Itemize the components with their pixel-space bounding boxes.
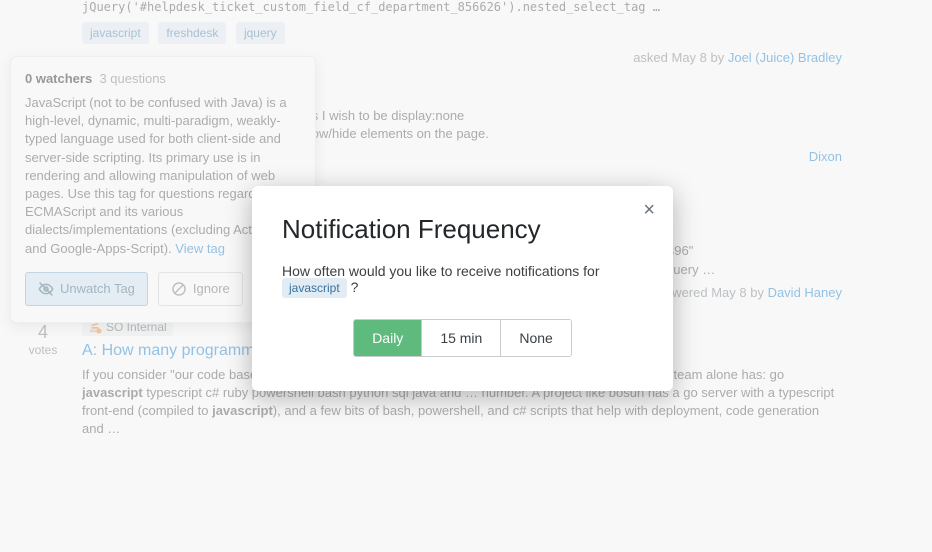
author-link-2[interactable]: Dixon <box>809 149 842 164</box>
close-icon: × <box>643 199 655 221</box>
unwatch-label: Unwatch Tag <box>60 281 135 296</box>
tag-description: JavaScript (not to be confused with Java… <box>25 95 287 237</box>
tag-list: javascript freshdesk jquery <box>82 22 842 44</box>
eye-off-icon <box>38 281 54 297</box>
tag-javascript[interactable]: javascript <box>82 22 149 44</box>
ignore-label: Ignore <box>193 281 230 296</box>
modal-tag-pill[interactable]: javascript <box>282 278 347 298</box>
freq-none-button[interactable]: None <box>500 320 570 356</box>
modal-body: How often would you like to receive noti… <box>282 263 643 295</box>
modal-body-pre: How often would you like to receive noti… <box>282 263 600 279</box>
close-button[interactable]: × <box>639 196 659 224</box>
frequency-segmented-control: Daily 15 min None <box>353 319 572 357</box>
notification-frequency-modal: × Notification Frequency How often would… <box>252 186 673 391</box>
tag-jquery[interactable]: jquery <box>236 22 285 44</box>
view-tag-link[interactable]: View tag <box>175 241 225 256</box>
answer-author-link[interactable]: David Haney <box>768 285 842 300</box>
code-snippet: jQuery('#helpdesk_ticket_custom_field_cf… <box>82 0 842 14</box>
ignore-tag-button[interactable]: Ignore <box>158 272 243 306</box>
vote-label: votes <box>18 343 68 357</box>
tag-freshdesk[interactable]: freshdesk <box>158 22 226 44</box>
tag-description-tail: and Google-Apps-Script). <box>25 241 175 256</box>
q3-b2: javascript <box>212 403 273 418</box>
asked-prefix: asked May 8 by <box>633 50 728 65</box>
q3-b1: javascript <box>82 385 143 400</box>
ignore-icon <box>171 281 187 297</box>
freq-15min-button[interactable]: 15 min <box>421 320 500 356</box>
modal-title: Notification Frequency <box>282 214 643 245</box>
modal-body-post: ? <box>351 279 359 295</box>
freq-daily-button[interactable]: Daily <box>354 320 421 356</box>
watchers-count: 0 watchers <box>25 71 92 86</box>
questions-count: 3 questions <box>99 71 166 86</box>
author-link[interactable]: Joel (Juice) Bradley <box>728 50 842 65</box>
vote-count: 4 <box>18 322 68 343</box>
unwatch-tag-button[interactable]: Unwatch Tag <box>25 272 148 306</box>
